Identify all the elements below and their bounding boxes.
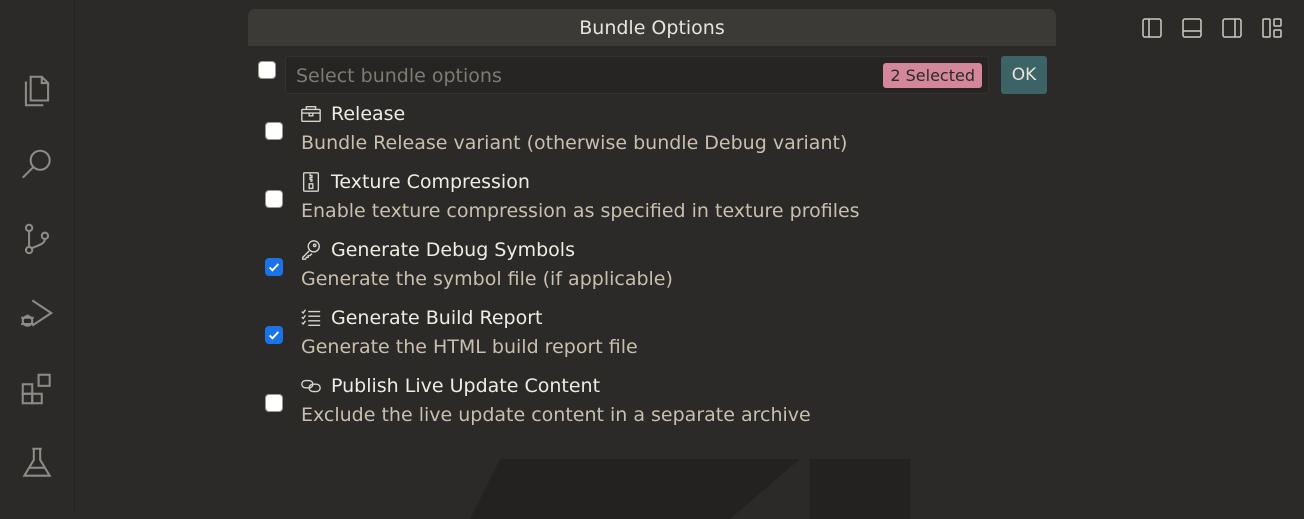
item-checkbox[interactable] xyxy=(265,122,283,140)
testing-icon[interactable] xyxy=(18,444,56,482)
item-label: Generate Build Report xyxy=(331,307,543,329)
selected-count-badge: 2 Selected xyxy=(883,63,982,88)
input-placeholder: Select bundle options xyxy=(296,65,502,87)
search-icon[interactable] xyxy=(18,146,56,184)
list-item-release[interactable]: Release Bundle Release variant (otherwis… xyxy=(248,98,1056,166)
customize-layout-icon[interactable] xyxy=(1258,14,1286,42)
activity-bar xyxy=(0,0,75,512)
list-item-generate-debug-symbols[interactable]: Generate Debug Symbols Generate the symb… xyxy=(248,234,1056,302)
item-label: Texture Compression xyxy=(331,171,530,193)
ok-button[interactable]: OK xyxy=(1001,56,1047,94)
list-item-publish-live-update-content[interactable]: Publish Live Update Content Exclude the … xyxy=(248,370,1056,438)
toggle-secondary-sidebar-icon[interactable] xyxy=(1218,14,1246,42)
file-zip-icon xyxy=(300,171,324,195)
item-description: Enable texture compression as specified … xyxy=(301,200,860,222)
source-control-icon[interactable] xyxy=(18,220,56,258)
quick-pick-input-row: Select bundle options 2 Selected OK xyxy=(248,46,1056,98)
quick-pick-list: Release Bundle Release variant (otherwis… xyxy=(248,98,1056,438)
quick-pick-dialog: Bundle Options Select bundle options 2 S… xyxy=(248,9,1056,438)
item-description: Generate the symbol file (if applicable) xyxy=(301,268,673,290)
item-label: Generate Debug Symbols xyxy=(331,239,575,261)
package-icon xyxy=(300,103,324,127)
list-item-texture-compression[interactable]: Texture Compression Enable texture compr… xyxy=(248,166,1056,234)
key-icon xyxy=(300,239,324,263)
item-description: Exclude the live update content in a sep… xyxy=(301,404,811,426)
quick-pick-input[interactable]: Select bundle options 2 Selected xyxy=(285,56,989,94)
item-checkbox[interactable] xyxy=(265,326,283,344)
item-description: Bundle Release variant (otherwise bundle… xyxy=(301,132,847,154)
explorer-icon[interactable] xyxy=(18,72,56,110)
item-checkbox[interactable] xyxy=(265,394,283,412)
item-checkbox[interactable] xyxy=(265,190,283,208)
list-item-generate-build-report[interactable]: Generate Build Report Generate the HTML … xyxy=(248,302,1056,370)
item-label: Publish Live Update Content xyxy=(331,375,600,397)
item-description: Generate the HTML build report file xyxy=(301,336,638,358)
item-label: Release xyxy=(331,103,405,125)
link-icon xyxy=(300,375,324,399)
item-checkbox[interactable] xyxy=(265,258,283,276)
toggle-panel-icon[interactable] xyxy=(1178,14,1206,42)
layout-controls xyxy=(1138,14,1286,42)
select-all-checkbox[interactable] xyxy=(258,61,276,79)
quick-pick-title: Bundle Options xyxy=(248,9,1056,46)
watermark-logo xyxy=(470,459,920,519)
toggle-primary-sidebar-icon[interactable] xyxy=(1138,14,1166,42)
extensions-icon[interactable] xyxy=(18,370,56,408)
run-debug-icon[interactable] xyxy=(18,294,56,332)
checklist-icon xyxy=(300,307,324,331)
